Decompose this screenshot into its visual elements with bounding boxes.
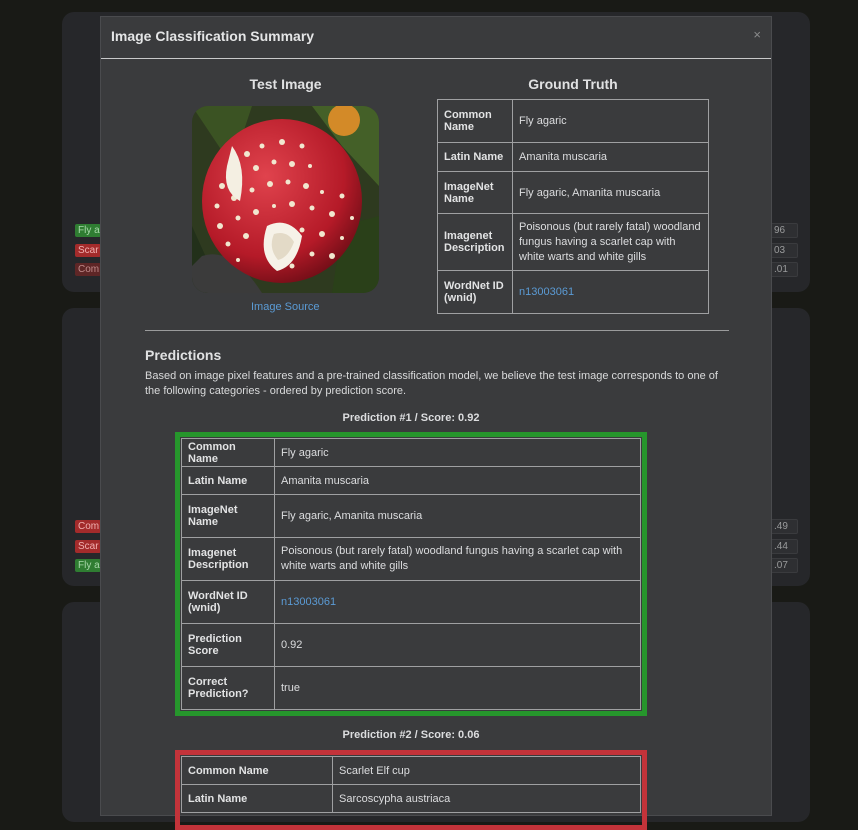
row-key: ImageNet Name — [437, 171, 513, 214]
modal-title: Image Classification Summary — [111, 28, 315, 44]
test-image — [192, 106, 379, 293]
row-value: Fly agaric, Amanita muscaria — [512, 171, 709, 214]
row-key: Common Name — [181, 756, 333, 785]
row-value: 0.92 — [274, 623, 641, 667]
predictions-heading: Predictions — [145, 347, 222, 363]
prediction-card-correct: Common Name Fly agaric Latin Name Amanit… — [175, 432, 647, 716]
prediction-table: Common Name Fly agaric Latin Name Amanit… — [181, 438, 641, 710]
row-key: Common Name — [181, 438, 275, 467]
row-value: Poisonous (but rarely fatal) woodland fu… — [512, 213, 709, 271]
row-key: Latin Name — [181, 466, 275, 495]
test-image-heading: Test Image — [249, 76, 322, 92]
prediction-caption: Prediction #1 / Score: 0.92 — [342, 412, 480, 424]
classification-summary-modal: Image Classification Summary × Test Imag… — [100, 16, 772, 830]
background-badge: Com — [75, 520, 101, 533]
table-row: WordNet ID (wnid) n13003061 — [437, 270, 709, 314]
table-row: Correct Prediction? true — [181, 666, 641, 710]
background-badge: Scar — [75, 540, 101, 553]
row-key: WordNet ID (wnid) — [181, 580, 275, 624]
mushroom-image — [192, 106, 379, 293]
row-value: Scarlet Elf cup — [332, 756, 641, 785]
row-key: Imagenet Description — [437, 213, 513, 271]
row-key: Prediction Score — [181, 623, 275, 667]
table-row: Common Name Scarlet Elf cup — [181, 756, 641, 785]
table-row: Imagenet Description Poisonous (but rare… — [181, 537, 641, 581]
row-key: Common Name — [437, 99, 513, 143]
background-score: 96 — [770, 223, 798, 238]
table-row: Latin Name Amanita muscaria — [181, 466, 641, 495]
background-badge: Fly a — [75, 224, 101, 237]
table-row: Imagenet Description Poisonous (but rare… — [437, 213, 709, 271]
row-value: Amanita muscaria — [274, 466, 641, 495]
wordnet-id-link[interactable]: n13003061 — [281, 596, 336, 608]
row-key: ImageNet Name — [181, 494, 275, 538]
prediction-table: Common Name Scarlet Elf cup Latin Name S… — [181, 756, 641, 813]
row-key: Latin Name — [437, 142, 513, 172]
row-value: Fly agaric, Amanita muscaria — [274, 494, 641, 538]
row-value: n13003061 — [512, 270, 709, 314]
background-score: .44 — [770, 539, 798, 554]
row-key: Imagenet Description — [181, 537, 275, 581]
table-row: ImageNet Name Fly agaric, Amanita muscar… — [437, 171, 709, 214]
row-key: WordNet ID (wnid) — [437, 270, 513, 314]
section-divider — [145, 330, 729, 331]
background-badge: Fly a — [75, 559, 101, 572]
modal-header: Image Classification Summary × — [101, 17, 771, 59]
row-key: Latin Name — [181, 784, 333, 813]
background-score: .49 — [770, 519, 798, 534]
ground-truth-table: Common Name Fly agaric Latin Name Amanit… — [437, 99, 709, 314]
background-score: 03 — [770, 243, 798, 258]
table-row: Latin Name Sarcoscypha austriaca — [181, 784, 641, 813]
row-value: true — [274, 666, 641, 710]
row-value: Fly agaric — [512, 99, 709, 143]
row-value: Poisonous (but rarely fatal) woodland fu… — [274, 537, 641, 581]
table-row: Common Name Fly agaric — [181, 438, 641, 467]
row-key: Correct Prediction? — [181, 666, 275, 710]
table-row: WordNet ID (wnid) n13003061 — [181, 580, 641, 624]
predictions-description: Based on image pixel features and a pre-… — [145, 370, 718, 397]
prediction-card-incorrect: Common Name Scarlet Elf cup Latin Name S… — [175, 750, 647, 830]
image-source-link[interactable]: Image Source — [251, 301, 319, 313]
background-badge: Scar — [75, 244, 101, 257]
table-row: Common Name Fly agaric — [437, 99, 709, 143]
row-value: Fly agaric — [274, 438, 641, 467]
table-row: Latin Name Amanita muscaria — [437, 142, 709, 172]
close-icon[interactable]: × — [753, 27, 761, 42]
row-value: n13003061 — [274, 580, 641, 624]
background-score: .01 — [770, 262, 798, 277]
wordnet-id-link[interactable]: n13003061 — [519, 286, 574, 298]
background-score: .07 — [770, 558, 798, 573]
row-value: Amanita muscaria — [512, 142, 709, 172]
ground-truth-heading: Ground Truth — [528, 76, 618, 92]
row-value: Sarcoscypha austriaca — [332, 784, 641, 813]
prediction-caption: Prediction #2 / Score: 0.06 — [342, 729, 480, 741]
table-row: ImageNet Name Fly agaric, Amanita muscar… — [181, 494, 641, 538]
table-row: Prediction Score 0.92 — [181, 623, 641, 667]
background-badge: Com — [75, 263, 101, 276]
